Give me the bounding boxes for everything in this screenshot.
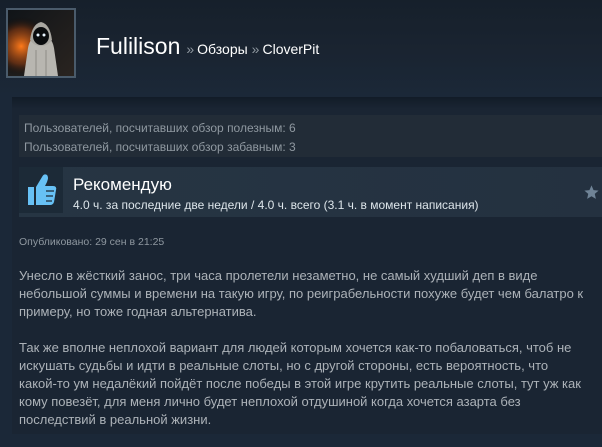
star-icon[interactable] xyxy=(583,184,600,201)
breadcrumb-separator: » xyxy=(251,41,260,57)
persona-name-link[interactable]: Fulilison xyxy=(96,33,180,60)
breadcrumb-separator: » xyxy=(186,41,195,57)
playtime-text: 4.0 ч. за последние две недели / 4.0 ч. … xyxy=(73,198,479,212)
review-page: Fulilison » Обзоры » CloverPit Пользоват… xyxy=(0,0,602,434)
panel-divider xyxy=(12,97,602,109)
funny-count-text: Пользователей, посчитавших обзор забавны… xyxy=(24,140,296,154)
review-panel: Пользователей, посчитавших обзор полезны… xyxy=(12,97,602,434)
posted-date: Опубликовано: 29 сен в 21:25 xyxy=(19,236,165,248)
recommendation-header: Рекомендую 4.0 ч. за последние две недел… xyxy=(19,167,602,217)
review-paragraph: Так же вполне неплохой вариант для людей… xyxy=(19,340,581,427)
review-body: Унесло в жёсткий занос, три часа пролете… xyxy=(19,267,587,447)
rated-summary: Пользователей, посчитавших обзор полезны… xyxy=(19,115,602,157)
thumbs-up-icon xyxy=(19,167,63,213)
review-paragraph: Унесло в жёсткий занос, три часа пролете… xyxy=(19,268,584,319)
avatar[interactable] xyxy=(6,8,76,78)
breadcrumb-game-link[interactable]: CloverPit xyxy=(262,41,319,57)
avatar-image xyxy=(8,10,74,76)
breadcrumb-reviews-link[interactable]: Обзоры xyxy=(197,41,248,57)
profile-header: Fulilison » Обзоры » CloverPit xyxy=(0,0,602,96)
breadcrumb: Fulilison » Обзоры » CloverPit xyxy=(96,33,319,60)
helpful-count-text: Пользователей, посчитавших обзор полезны… xyxy=(24,121,296,135)
verdict-title: Рекомендую xyxy=(73,175,172,194)
